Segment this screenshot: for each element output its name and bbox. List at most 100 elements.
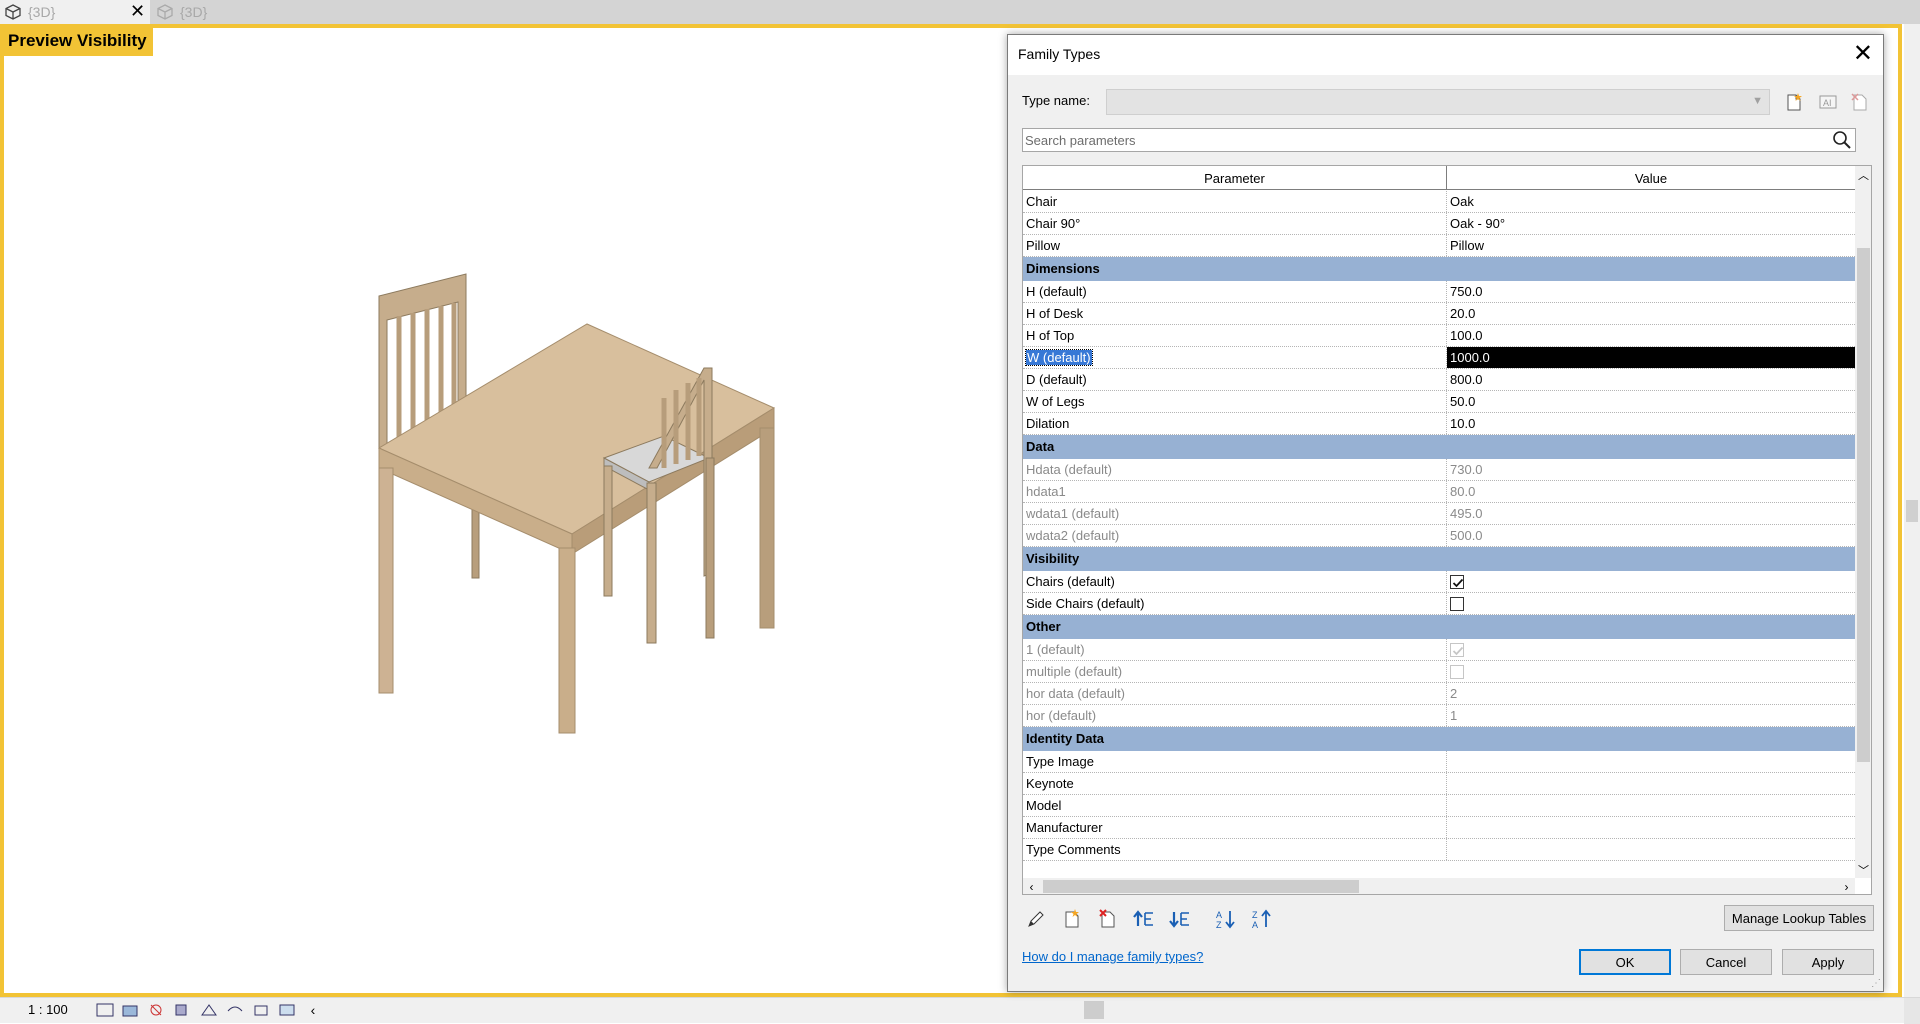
horizontal-scroll-thumb[interactable] bbox=[1084, 1001, 1104, 1019]
delete-parameter-icon[interactable] bbox=[1094, 905, 1122, 933]
parameter-row[interactable]: H of Desk 20.0 bbox=[1023, 303, 1855, 325]
tab-3d-inactive[interactable]: {3D} bbox=[152, 0, 252, 24]
parameter-row[interactable]: multiple (default) bbox=[1023, 661, 1855, 683]
parameter-row[interactable]: Dilation 10.0 bbox=[1023, 413, 1855, 435]
parameter-row[interactable]: Chair 90° Oak - 90° bbox=[1023, 213, 1855, 235]
type-name-dropdown[interactable]: ▼ bbox=[1106, 89, 1770, 115]
group-name[interactable]: Dimensions bbox=[1023, 257, 1447, 280]
manage-lookup-tables-button[interactable]: Manage Lookup Tables bbox=[1724, 905, 1874, 931]
parameter-checkbox-cell[interactable] bbox=[1447, 571, 1855, 592]
parameter-row[interactable]: wdata2 (default) 500.0 bbox=[1023, 525, 1855, 547]
parameter-value[interactable]: 10.0 bbox=[1447, 413, 1855, 434]
chevron-left-icon[interactable]: ‹ bbox=[302, 1001, 324, 1019]
resize-grip-icon[interactable]: ⋰ bbox=[1871, 978, 1881, 989]
delete-type-icon[interactable] bbox=[1848, 90, 1872, 114]
parameter-row[interactable]: W of Legs 50.0 bbox=[1023, 391, 1855, 413]
close-icon[interactable]: ✕ bbox=[130, 1, 145, 21]
new-parameter-icon[interactable] bbox=[1058, 905, 1086, 933]
parameter-checkbox-cell[interactable] bbox=[1447, 593, 1855, 614]
temporary-hide-icon[interactable] bbox=[276, 1001, 298, 1019]
scroll-thumb[interactable] bbox=[1857, 248, 1870, 762]
help-link[interactable]: How do I manage family types? bbox=[1022, 949, 1203, 964]
parameter-row[interactable]: hor data (default) 2 bbox=[1023, 683, 1855, 705]
table-and-chairs-model[interactable] bbox=[364, 268, 784, 738]
group-header-row[interactable]: Visibility bbox=[1023, 547, 1855, 571]
group-header-row[interactable]: Identity Data bbox=[1023, 727, 1855, 751]
parameter-value[interactable] bbox=[1447, 751, 1855, 772]
checkbox[interactable] bbox=[1450, 596, 1464, 611]
parameter-row[interactable]: Manufacturer bbox=[1023, 817, 1855, 839]
new-type-icon[interactable] bbox=[1782, 90, 1806, 114]
parameter-row[interactable]: Hdata (default) 730.0 bbox=[1023, 459, 1855, 481]
show-crop-icon[interactable] bbox=[250, 1001, 272, 1019]
parameter-value[interactable] bbox=[1447, 773, 1855, 794]
sort-descending-icon[interactable]: ZA bbox=[1248, 905, 1276, 933]
parameter-row[interactable]: D (default) 800.0 bbox=[1023, 369, 1855, 391]
parameter-value[interactable] bbox=[1447, 839, 1855, 860]
parameter-row[interactable]: Chairs (default) bbox=[1023, 571, 1855, 593]
parameter-row[interactable]: wdata1 (default) 495.0 bbox=[1023, 503, 1855, 525]
parameter-value[interactable]: Oak - 90° bbox=[1447, 213, 1855, 234]
parameter-row[interactable]: Pillow Pillow bbox=[1023, 235, 1855, 257]
parameter-value[interactable]: 100.0 bbox=[1447, 325, 1855, 346]
parameter-row[interactable]: 1 (default) bbox=[1023, 639, 1855, 661]
group-header-row[interactable]: Other bbox=[1023, 615, 1855, 639]
parameter-value[interactable] bbox=[1447, 795, 1855, 816]
scroll-thumb[interactable] bbox=[1043, 880, 1359, 893]
move-up-icon[interactable] bbox=[1130, 905, 1158, 933]
parameter-row[interactable]: Type Image bbox=[1023, 751, 1855, 773]
scroll-down-icon[interactable]: ﹀ bbox=[1855, 861, 1871, 878]
shadows-icon[interactable] bbox=[172, 1001, 194, 1019]
render-icon[interactable] bbox=[198, 1001, 220, 1019]
parameter-value[interactable]: 50.0 bbox=[1447, 391, 1855, 412]
scroll-thumb[interactable] bbox=[1906, 500, 1918, 522]
parameter-value[interactable]: 20.0 bbox=[1447, 303, 1855, 324]
grid-vertical-scrollbar[interactable]: ︿ ﹀ bbox=[1855, 166, 1871, 878]
crop-view-icon[interactable] bbox=[224, 1001, 246, 1019]
column-header-parameter[interactable]: Parameter bbox=[1023, 166, 1447, 190]
parameter-row[interactable]: Keynote bbox=[1023, 773, 1855, 795]
detail-level-icon[interactable] bbox=[94, 1001, 116, 1019]
parameter-value[interactable]: 800.0 bbox=[1447, 369, 1855, 390]
parameter-row[interactable]: Model bbox=[1023, 795, 1855, 817]
checkbox[interactable] bbox=[1450, 574, 1464, 589]
parameter-row[interactable]: H of Top 100.0 bbox=[1023, 325, 1855, 347]
tab-3d-active[interactable]: {3D} ✕ bbox=[0, 0, 150, 24]
group-name[interactable]: Other bbox=[1023, 615, 1447, 638]
group-name[interactable]: Data bbox=[1023, 435, 1447, 458]
group-header-row[interactable]: Dimensions bbox=[1023, 257, 1855, 281]
parameter-row[interactable]: hdata1 80.0 bbox=[1023, 481, 1855, 503]
move-down-icon[interactable] bbox=[1166, 905, 1194, 933]
group-header-row[interactable]: Data bbox=[1023, 435, 1855, 459]
sun-path-icon[interactable] bbox=[146, 1001, 168, 1019]
parameter-value[interactable] bbox=[1447, 817, 1855, 838]
sort-ascending-icon[interactable]: AZ bbox=[1212, 905, 1240, 933]
viewport-vertical-scrollbar[interactable] bbox=[1904, 24, 1920, 997]
parameter-row[interactable]: hor (default) 1 bbox=[1023, 705, 1855, 727]
parameter-value[interactable]: 750.0 bbox=[1447, 281, 1855, 302]
parameter-value[interactable]: Oak bbox=[1447, 191, 1855, 212]
rename-type-icon[interactable]: AI bbox=[1816, 90, 1840, 114]
search-icon[interactable] bbox=[1832, 130, 1852, 150]
group-name[interactable]: Identity Data bbox=[1023, 727, 1447, 750]
search-input[interactable] bbox=[1025, 131, 1825, 149]
scroll-up-icon[interactable]: ︿ bbox=[1855, 166, 1871, 183]
parameter-row[interactable]: Chair Oak bbox=[1023, 191, 1855, 213]
grid-horizontal-scrollbar[interactable]: ‹ › bbox=[1023, 878, 1855, 894]
ok-button[interactable]: OK bbox=[1579, 949, 1671, 975]
dialog-title-bar[interactable]: Family Types ✕ bbox=[1008, 35, 1883, 75]
cancel-button[interactable]: Cancel bbox=[1680, 949, 1772, 975]
scroll-left-icon[interactable]: ‹ bbox=[1023, 878, 1040, 894]
parameter-row[interactable]: Side Chairs (default) bbox=[1023, 593, 1855, 615]
visual-style-icon[interactable] bbox=[120, 1001, 142, 1019]
apply-button[interactable]: Apply bbox=[1782, 949, 1874, 975]
parameter-row[interactable]: H (default) 750.0 bbox=[1023, 281, 1855, 303]
parameter-value-input[interactable]: 1000.0 bbox=[1447, 347, 1855, 368]
parameter-value[interactable]: Pillow bbox=[1447, 235, 1855, 256]
close-icon[interactable]: ✕ bbox=[1853, 40, 1873, 68]
pencil-icon[interactable] bbox=[1022, 905, 1050, 933]
column-header-value[interactable]: Value bbox=[1447, 166, 1855, 190]
scroll-right-icon[interactable]: › bbox=[1838, 878, 1855, 894]
search-parameters-box[interactable] bbox=[1022, 128, 1856, 152]
parameter-row[interactable]: Type Comments bbox=[1023, 839, 1855, 861]
